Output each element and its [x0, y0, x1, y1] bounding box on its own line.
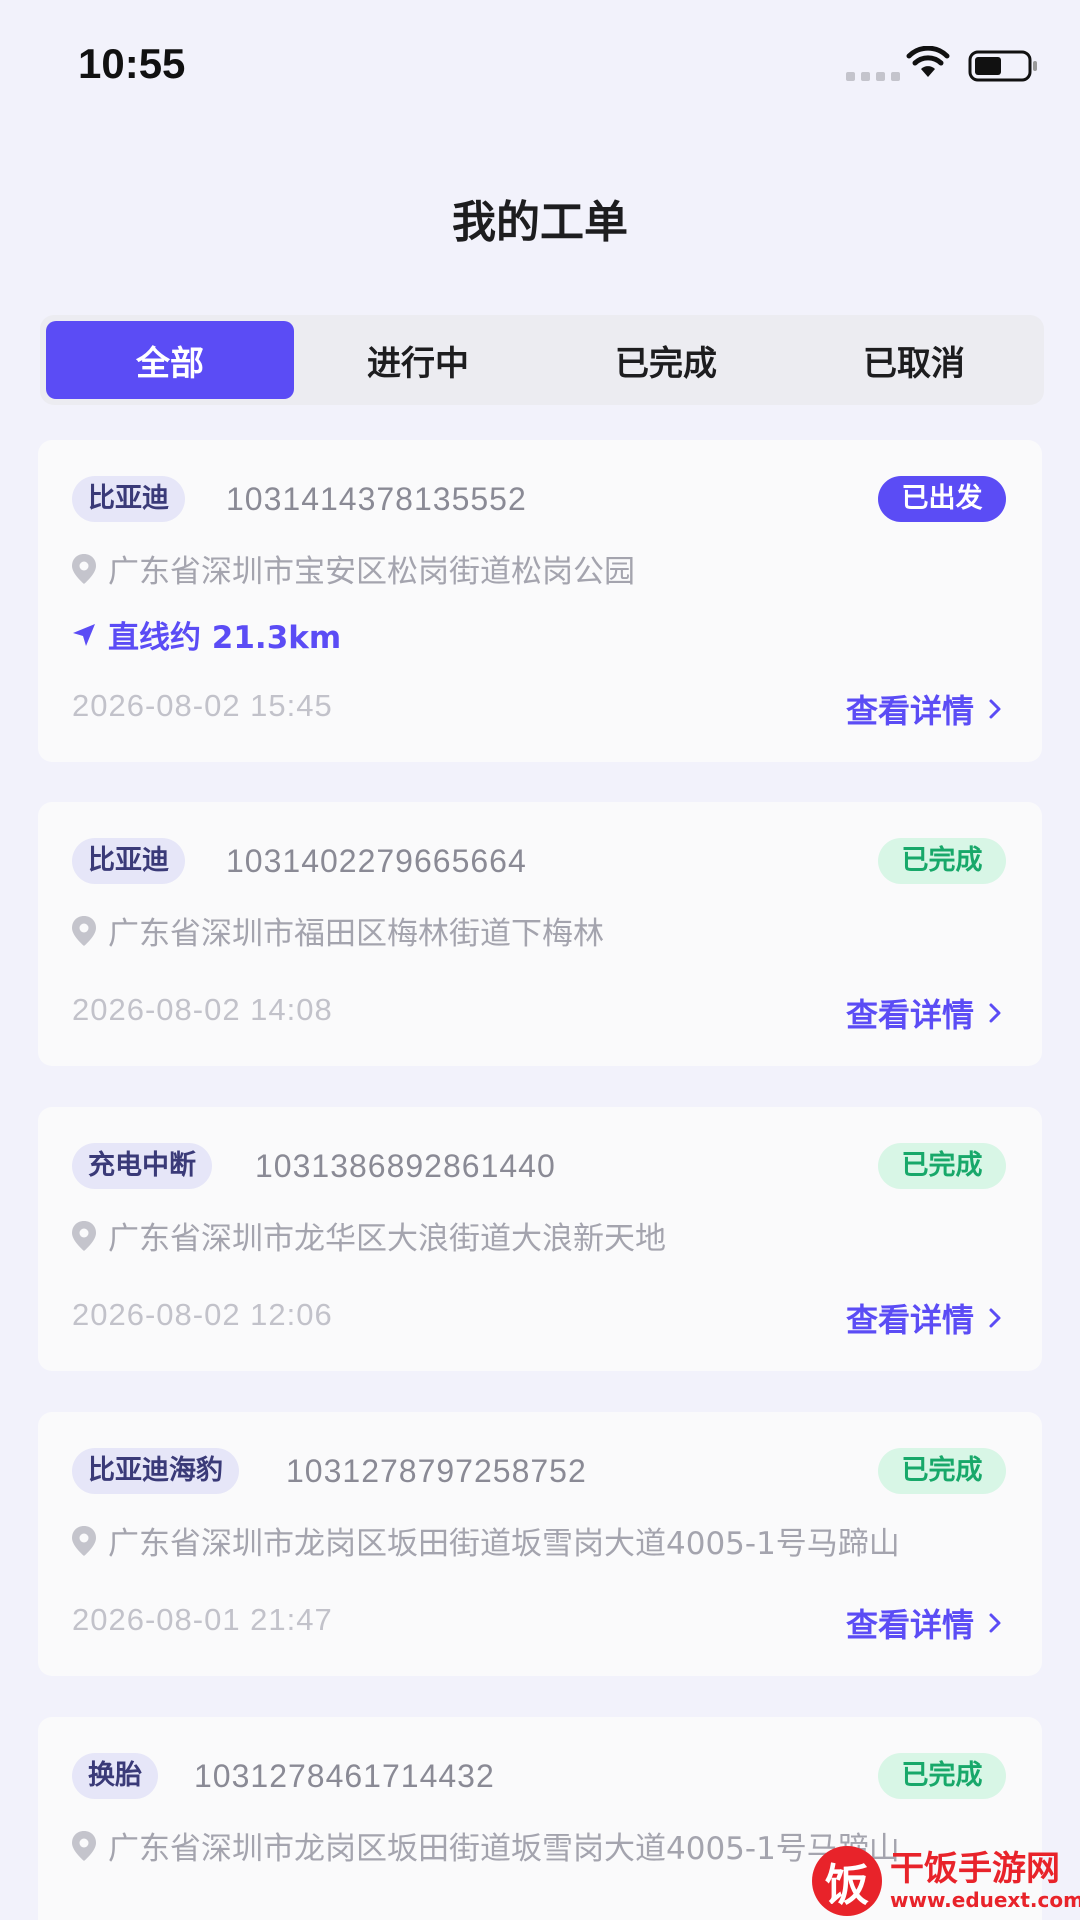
- view-details-button[interactable]: 查看详情: [846, 1295, 1002, 1341]
- vehicle-tag: 比亚迪海豹: [72, 1448, 239, 1494]
- status-badge: 已完成: [878, 1753, 1006, 1799]
- view-details-label: 查看详情: [845, 1301, 974, 1339]
- order-card[interactable]: 比亚迪海豹 1031278797258752 已完成 广东省深圳市龙岗区坂田街道…: [38, 1412, 1042, 1676]
- location-pin-icon: [72, 1525, 96, 1556]
- address-text: 广东省深圳市龙华区大浪街道大浪新天地: [108, 1221, 666, 1257]
- address-text: 广东省深圳市龙岗区坂田街道坂雪岗大道4005-1号马蹄山: [108, 1526, 900, 1562]
- order-date: 2026-08-02 14:08: [72, 992, 333, 1027]
- tab-cancelled[interactable]: 已取消: [790, 321, 1038, 399]
- order-address: 广东省深圳市龙岗区坂田街道坂雪岗大道4005-1号马蹄山: [72, 1518, 900, 1563]
- vehicle-tag: 充电中断: [72, 1143, 212, 1189]
- vehicle-tag: 换胎: [72, 1753, 158, 1799]
- cellular-signal-icon: [846, 72, 900, 81]
- order-date: 2026-08-01 21:47: [72, 1602, 333, 1637]
- tab-all[interactable]: 全部: [46, 321, 294, 399]
- watermark-name: 干饭手游网: [890, 1849, 1060, 1889]
- watermark-icon: 饭: [812, 1846, 882, 1916]
- address-text: 广东省深圳市龙岗区坂田街道坂雪岗大道4005-1号马蹄山: [108, 1831, 900, 1867]
- order-date: 2026-08-02 12:06: [72, 1297, 333, 1332]
- chevron-right-icon: [989, 1003, 1001, 1023]
- location-pin-icon: [72, 1830, 96, 1861]
- wifi-icon: [906, 46, 950, 77]
- status-badge: 已完成: [878, 1448, 1006, 1494]
- view-details-label: 查看详情: [845, 996, 974, 1034]
- order-number: 1031278461714432: [194, 1758, 495, 1794]
- order-number: 1031402279665664: [226, 843, 527, 879]
- status-time: 10:55: [78, 40, 186, 87]
- order-number: 1031386892861440: [255, 1148, 556, 1184]
- distance-info: 直线约 21.3km: [72, 612, 341, 657]
- status-badge: 已完成: [878, 1143, 1006, 1189]
- status-bar: 10:55: [0, 0, 1080, 130]
- vehicle-tag: 比亚迪: [72, 476, 185, 522]
- address-text: 广东省深圳市宝安区松岗街道松岗公园: [108, 554, 635, 590]
- status-badge: 已出发: [878, 476, 1006, 522]
- order-date: 2026-08-02 15:45: [72, 688, 333, 723]
- tab-in-progress[interactable]: 进行中: [294, 321, 542, 399]
- watermark-logo: 饭 干饭手游网 www.eduext.com: [812, 1846, 1080, 1916]
- address-text: 广东省深圳市福田区梅林街道下梅林: [108, 916, 604, 952]
- watermark-text: 干饭手游网 www.eduext.com: [890, 1850, 1080, 1912]
- watermark-url: www.eduext.com: [890, 1888, 1080, 1912]
- order-number: 1031414378135552: [226, 481, 527, 517]
- location-pin-icon: [72, 915, 96, 946]
- tab-completed[interactable]: 已完成: [542, 321, 790, 399]
- order-card[interactable]: 比亚迪 1031414378135552 已出发 广东省深圳市宝安区松岗街道松岗…: [38, 440, 1042, 762]
- chevron-right-icon: [989, 699, 1001, 719]
- view-details-label: 查看详情: [845, 692, 974, 730]
- view-details-button[interactable]: 查看详情: [846, 686, 1002, 732]
- view-details-label: 查看详情: [845, 1606, 974, 1644]
- view-details-button[interactable]: 查看详情: [846, 990, 1002, 1036]
- page-title: 我的工单: [452, 197, 628, 248]
- battery-icon: [968, 50, 1037, 82]
- order-address: 广东省深圳市龙华区大浪街道大浪新天地: [72, 1213, 666, 1258]
- order-filter-tabs: 全部 进行中 已完成 已取消: [40, 315, 1044, 405]
- view-details-button[interactable]: 查看详情: [846, 1600, 1002, 1646]
- order-card[interactable]: 充电中断 1031386892861440 已完成 广东省深圳市龙华区大浪街道大…: [38, 1107, 1042, 1371]
- distance-text: 直线约 21.3km: [108, 620, 342, 656]
- navigation-arrow-icon: [73, 623, 95, 646]
- order-number: 1031278797258752: [286, 1453, 587, 1489]
- chevron-right-icon: [989, 1308, 1001, 1328]
- order-address: 广东省深圳市福田区梅林街道下梅林: [72, 908, 604, 953]
- status-badge: 已完成: [878, 838, 1006, 884]
- order-card[interactable]: 比亚迪 1031402279665664 已完成 广东省深圳市福田区梅林街道下梅…: [38, 802, 1042, 1066]
- location-pin-icon: [72, 553, 96, 584]
- order-address: 广东省深圳市宝安区松岗街道松岗公园: [72, 546, 635, 591]
- location-pin-icon: [72, 1220, 96, 1251]
- vehicle-tag: 比亚迪: [72, 838, 185, 884]
- chevron-right-icon: [989, 1613, 1001, 1633]
- order-address: 广东省深圳市龙岗区坂田街道坂雪岗大道4005-1号马蹄山: [72, 1823, 900, 1868]
